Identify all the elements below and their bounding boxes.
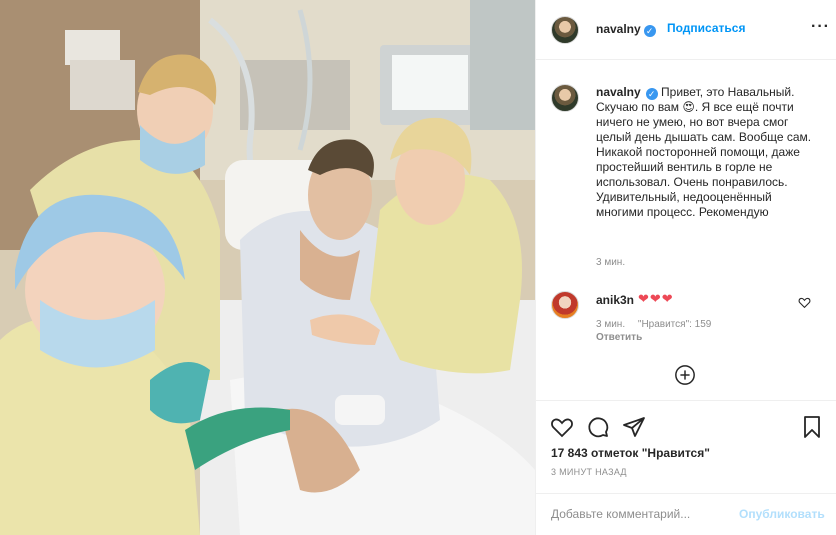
caption-username[interactable]: navalny — [596, 85, 641, 99]
comment-likes[interactable]: "Нравится": 159 — [638, 319, 711, 330]
comment-time[interactable]: 3 мин. — [596, 319, 625, 330]
add-circle-icon[interactable] — [674, 364, 696, 386]
follow-button[interactable]: Подписаться — [667, 21, 745, 35]
heart-icon[interactable] — [798, 296, 811, 309]
comment-text: ❤❤❤ — [638, 291, 674, 306]
comment-meta: 3 мин. "Нравится": 159 — [596, 319, 721, 330]
comment-item: anik3n ❤❤❤ 3 мин. "Нравится": 159 Ответи… — [536, 285, 836, 345]
commenter-username[interactable]: anik3n — [596, 293, 634, 307]
bookmark-icon[interactable] — [800, 415, 824, 439]
verified-icon: ✓ — [643, 25, 656, 37]
post-header: navalny ✓ Подписаться ··· — [536, 0, 836, 60]
commenter-avatar[interactable] — [551, 291, 579, 319]
caption-text-block: navalny ✓ Привет, это Навальный. Скучаю п… — [596, 85, 821, 220]
likes-count[interactable]: 17 843 отметок "Нравится" — [551, 446, 710, 460]
caption-avatar[interactable] — [551, 84, 579, 112]
post-photo[interactable] — [0, 0, 535, 535]
caption-text: Привет, это Навальный. Скучаю по вам 😍. … — [596, 85, 812, 219]
more-icon[interactable]: ··· — [811, 18, 830, 36]
add-comment-bar: Опубликовать — [536, 493, 836, 535]
author-avatar[interactable] — [551, 16, 579, 44]
hospital-selfie-image — [0, 0, 535, 535]
post-side-panel: navalny ✓ Подписаться ··· navalny ✓ Привет… — [535, 0, 836, 535]
author-username-text[interactable]: navalny — [596, 22, 641, 36]
share-icon[interactable] — [622, 415, 646, 439]
author-username[interactable]: navalny ✓ — [596, 22, 656, 37]
post-actions: 17 843 отметок "Нравится" 3 МИНУТ НАЗАД … — [536, 400, 836, 535]
comment-icon[interactable] — [586, 415, 610, 439]
post-timestamp[interactable]: 3 МИНУТ НАЗАД — [551, 467, 627, 477]
publish-button[interactable]: Опубликовать — [739, 507, 825, 521]
heart-icon[interactable] — [550, 415, 574, 439]
verified-icon: ✓ — [645, 88, 658, 100]
reply-button[interactable]: Ответить — [596, 332, 642, 343]
add-comment-input[interactable] — [551, 507, 741, 521]
caption-time[interactable]: 3 мин. — [596, 257, 625, 268]
